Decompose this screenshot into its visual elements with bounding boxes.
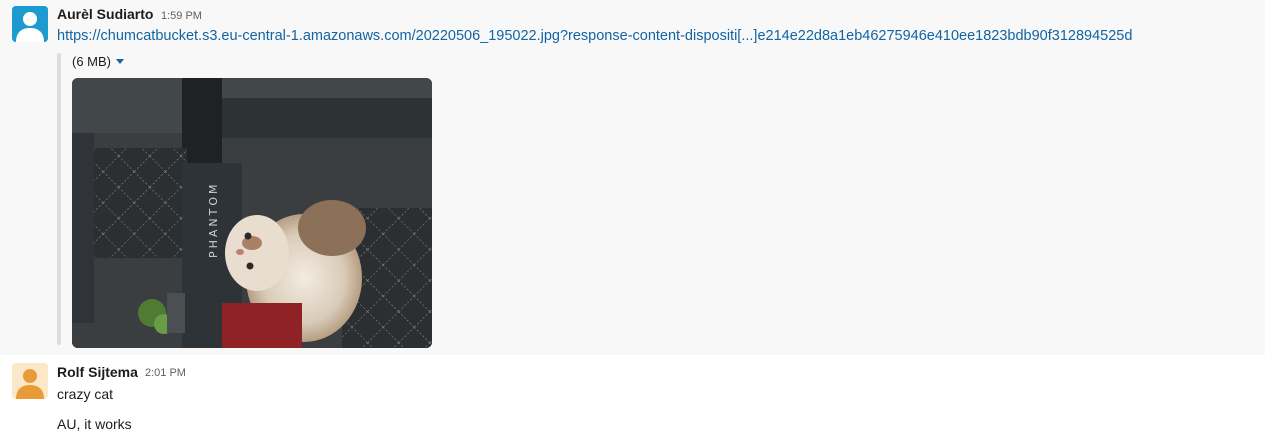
timestamp[interactable]: 2:01 PM	[145, 367, 186, 379]
chair-logo-text: PHANTOM	[207, 181, 220, 258]
attachment-bar	[57, 53, 61, 345]
author-name[interactable]: Aurèl Sudiarto	[57, 6, 153, 22]
cat-photo[interactable]: PHANTOM	[72, 78, 432, 348]
avatar[interactable]	[12, 6, 48, 42]
file-size-label: (6 MB)	[72, 54, 111, 69]
message-link[interactable]: https://chumcatbucket.s3.eu-central-1.am…	[57, 28, 1132, 44]
message-text: crazy cat	[57, 386, 114, 402]
user-silhouette-icon	[12, 363, 48, 399]
message-text: AU, it works	[57, 416, 132, 432]
user-silhouette-icon	[12, 6, 48, 42]
timestamp[interactable]: 1:59 PM	[161, 10, 202, 22]
caret-down-icon	[116, 59, 124, 64]
message-rolf: Rolf Sijtema 2:01 PM crazy cat AU, it wo…	[0, 355, 1265, 443]
file-size-toggle[interactable]: (6 MB)	[72, 54, 124, 69]
photo-image: PHANTOM	[72, 78, 432, 348]
avatar[interactable]	[12, 363, 48, 399]
message-aurel: Aurèl Sudiarto 1:59 PM https://chumcatbu…	[0, 0, 1265, 355]
author-name[interactable]: Rolf Sijtema	[57, 364, 138, 380]
